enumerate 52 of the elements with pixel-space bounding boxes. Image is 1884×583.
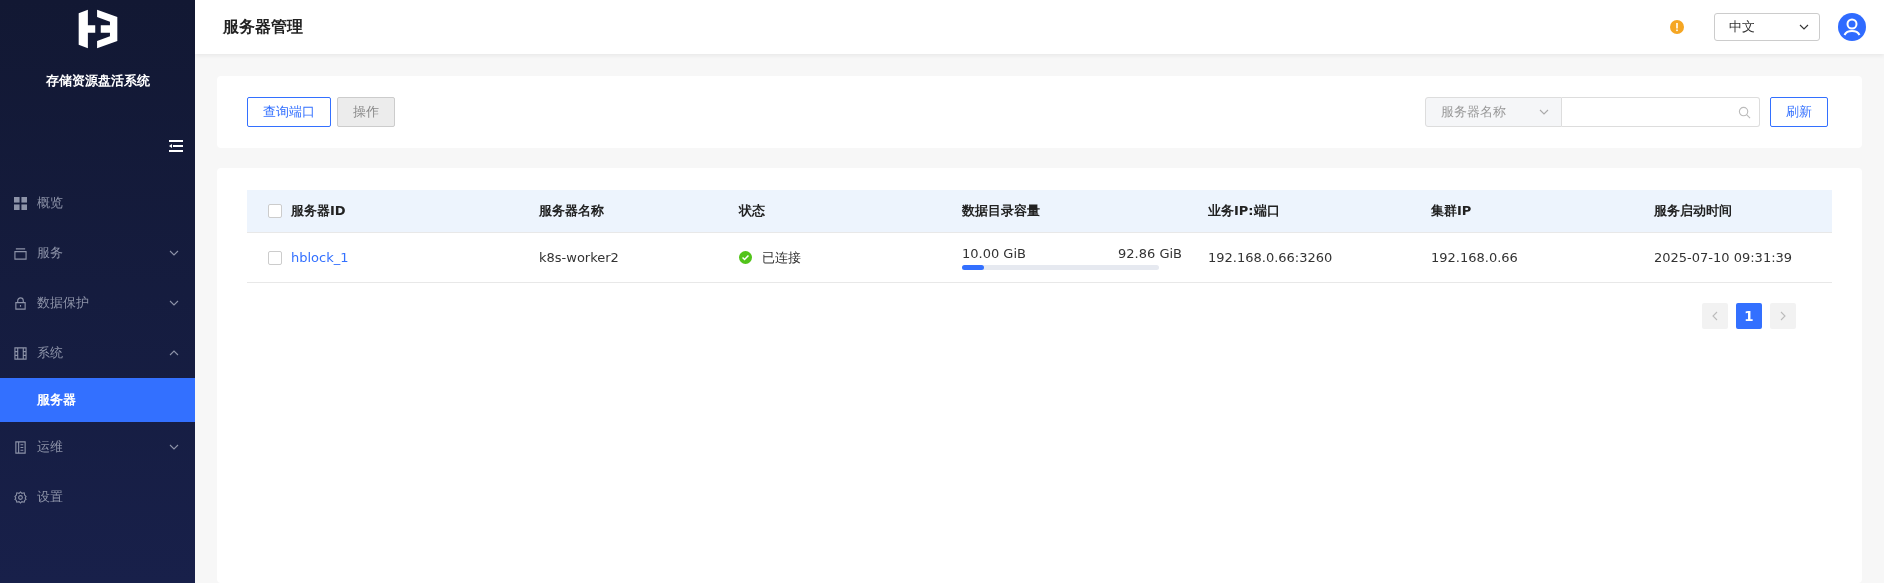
table-cell: 192.168.0.66 xyxy=(1431,250,1518,265)
column-header: 服务器ID xyxy=(291,202,346,220)
chevron-left-icon xyxy=(1712,311,1718,321)
menu-item[interactable]: 服务 xyxy=(0,228,195,278)
chevron-down-icon xyxy=(169,300,179,306)
app-title: 存储资源盘活系统 xyxy=(45,72,150,90)
column-header: 状态 xyxy=(739,202,765,220)
menu-item[interactable]: 概览 xyxy=(0,178,195,228)
used-capacity: 10.00 GiB xyxy=(962,245,1026,261)
status-text: 已连接 xyxy=(762,248,801,267)
lock-icon xyxy=(14,296,27,310)
language-select[interactable]: 中文 xyxy=(1714,13,1820,41)
row-checkbox[interactable] xyxy=(268,250,282,265)
page-title: 服务器管理 xyxy=(223,16,303,38)
search-field[interactable] xyxy=(1562,97,1760,127)
tray-icon xyxy=(14,246,27,260)
filter-select[interactable]: 服务器名称 xyxy=(1425,97,1562,127)
column-header: 服务启动时间 xyxy=(1654,202,1732,220)
film-icon xyxy=(14,346,27,360)
table-cell: 2025-07-10 09:31:39 xyxy=(1654,250,1793,265)
page-button[interactable]: 1 xyxy=(1736,303,1762,329)
column-header: 数据目录容量 xyxy=(962,202,1040,220)
menu-item[interactable]: 系统 xyxy=(0,328,195,378)
chevron-down-icon xyxy=(169,250,179,256)
column-header: 服务器名称 xyxy=(539,202,604,220)
table-cell: k8s-worker2 xyxy=(539,250,619,265)
chevron-down-icon xyxy=(1539,109,1549,115)
chevron-down-icon xyxy=(169,444,179,450)
chevron-down-icon xyxy=(1799,24,1809,30)
settings-icon xyxy=(14,490,27,504)
menu-icon[interactable] xyxy=(169,140,183,152)
select-all-checkbox[interactable] xyxy=(268,204,282,218)
column-header: 业务IP:端口 xyxy=(1208,202,1280,220)
warning-icon[interactable] xyxy=(1670,20,1684,34)
total-capacity: 92.86 GiB xyxy=(1118,245,1182,261)
refresh-button[interactable]: 刷新 xyxy=(1770,97,1828,127)
chevron-right-icon xyxy=(1780,311,1786,321)
table-cell: 192.168.0.66:3260 xyxy=(1208,250,1333,265)
grid-icon xyxy=(14,196,27,210)
column-header: 集群IP xyxy=(1431,202,1472,220)
submenu-item[interactable]: 服务器 xyxy=(0,378,195,422)
previous-page-button[interactable] xyxy=(1702,303,1728,329)
search-icon xyxy=(1738,105,1751,119)
user-avatar-icon[interactable] xyxy=(1838,13,1866,41)
server-id-link[interactable]: hblock_1 xyxy=(291,250,349,265)
menu-item[interactable]: 数据保护 xyxy=(0,278,195,328)
notebook-icon xyxy=(14,440,27,454)
chevron-up-icon xyxy=(169,350,179,356)
next-page-button[interactable] xyxy=(1770,303,1796,329)
toolbar-button[interactable]: 查询端口 xyxy=(247,97,331,127)
menu-item[interactable]: 运维 xyxy=(0,422,195,472)
menu-item[interactable]: 设置 xyxy=(0,472,195,522)
